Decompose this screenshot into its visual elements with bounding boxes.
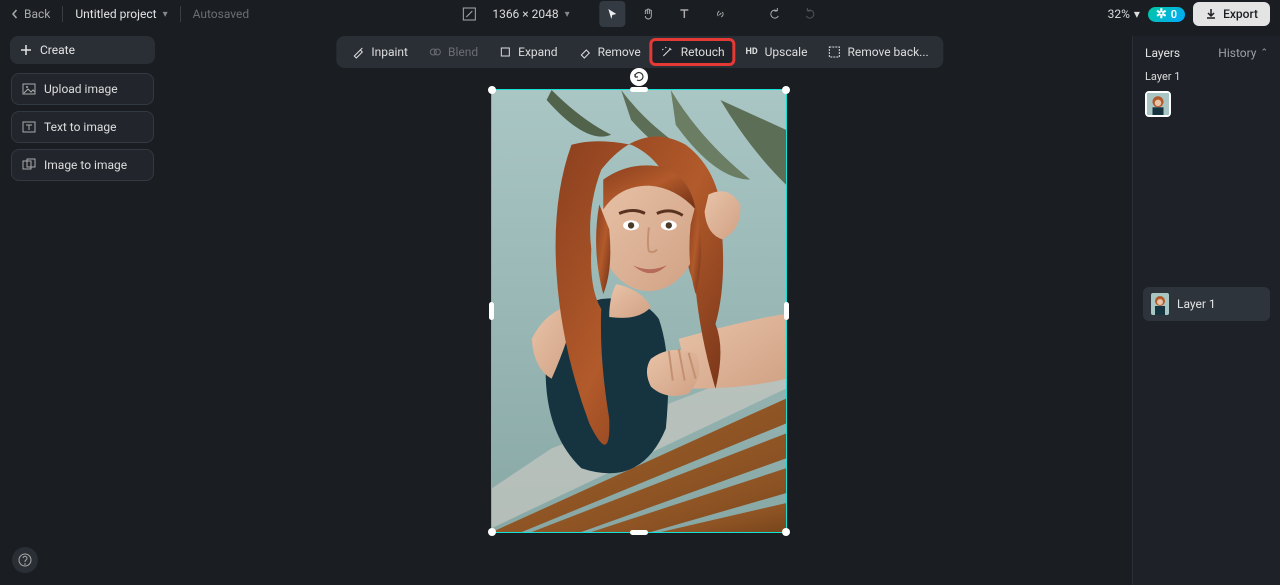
history-toggle[interactable]: History ⌃ <box>1218 46 1268 60</box>
cursor-tool[interactable] <box>600 1 626 27</box>
resize-handle-tm[interactable] <box>630 87 648 92</box>
selection-box[interactable] <box>491 89 787 533</box>
text-to-image-label: Text to image <box>44 120 117 134</box>
image-to-image-label: Image to image <box>44 158 127 172</box>
export-label: Export <box>1223 7 1258 21</box>
hd-icon: HD <box>745 45 759 59</box>
canvas-image <box>492 90 786 532</box>
resize-handle-bm[interactable] <box>630 530 648 535</box>
inpaint-label: Inpaint <box>371 45 408 59</box>
chevron-up-icon: ⌃ <box>1260 48 1268 58</box>
text-image-icon <box>22 120 36 134</box>
undo-button[interactable] <box>762 1 788 27</box>
remove-bg-icon <box>827 45 841 59</box>
zoom-dropdown[interactable]: 32% ▾ <box>1108 7 1140 21</box>
resize-handle-tr[interactable] <box>782 86 790 94</box>
back-label: Back <box>24 7 50 21</box>
blend-label: Blend <box>448 45 478 59</box>
brush-icon <box>351 45 365 59</box>
project-name-dropdown[interactable]: Untitled project ▾ <box>75 7 167 21</box>
current-layer-label: Layer 1 <box>1133 70 1280 91</box>
image-to-image-option[interactable]: Image to image <box>11 149 154 181</box>
expand-icon <box>498 45 512 59</box>
layer-item[interactable]: Layer 1 <box>1143 287 1270 321</box>
chevron-down-icon: ▾ <box>1134 7 1140 21</box>
divider <box>180 6 181 22</box>
credits-count: 0 <box>1171 8 1177 21</box>
blend-icon <box>428 45 442 59</box>
canvas-area[interactable] <box>156 60 1130 585</box>
upload-image-label: Upload image <box>44 82 118 96</box>
hand-tool[interactable] <box>636 1 662 27</box>
resize-handle-tl[interactable] <box>488 86 496 94</box>
remove-label: Remove <box>598 45 641 59</box>
download-icon <box>1205 8 1217 20</box>
help-icon <box>18 553 32 567</box>
create-label: Create <box>40 43 75 57</box>
expand-label: Expand <box>518 45 557 59</box>
upscale-label: Upscale <box>765 45 808 59</box>
plus-icon <box>20 44 32 56</box>
upload-image-option[interactable]: Upload image <box>11 73 154 105</box>
wand-icon <box>661 45 675 59</box>
layer-item-thumbnail <box>1151 293 1169 315</box>
chevron-left-icon <box>10 9 20 19</box>
sparkle-icon: ✲ <box>1156 8 1167 21</box>
layer-item-label: Layer 1 <box>1177 297 1216 311</box>
resize-handle-bl[interactable] <box>488 528 496 536</box>
project-name-label: Untitled project <box>75 7 156 21</box>
regenerate-button[interactable] <box>630 68 648 86</box>
create-button[interactable]: Create <box>10 36 155 64</box>
image-icon <box>22 82 36 96</box>
refresh-icon <box>633 71 645 83</box>
layers-panel: Layers History ⌃ Layer 1 Layer 1 <box>1132 36 1280 585</box>
image-to-image-icon <box>22 158 36 172</box>
eraser-icon <box>578 45 592 59</box>
export-button[interactable]: Export <box>1193 2 1270 26</box>
remove-bg-label: Remove back... <box>847 45 928 59</box>
layers-title: Layers <box>1145 46 1180 60</box>
link-tool[interactable] <box>708 1 734 27</box>
divider <box>62 6 63 22</box>
text-tool[interactable] <box>672 1 698 27</box>
dimensions-label: 1366 × 2048 <box>492 7 558 21</box>
chevron-down-icon: ▾ <box>565 9 570 20</box>
resize-handle-ml[interactable] <box>489 302 494 320</box>
canvas-size-icon[interactable] <box>456 1 482 27</box>
zoom-label: 32% <box>1108 7 1130 21</box>
back-button[interactable]: Back <box>10 7 50 21</box>
help-button[interactable] <box>12 547 38 573</box>
chevron-down-icon: ▾ <box>163 9 168 20</box>
dimensions-dropdown[interactable]: 1366 × 2048 ▾ <box>492 7 569 21</box>
resize-handle-mr[interactable] <box>784 302 789 320</box>
credits-badge[interactable]: ✲ 0 <box>1148 7 1185 22</box>
text-to-image-option[interactable]: Text to image <box>11 111 154 143</box>
autosaved-status: Autosaved <box>193 7 250 21</box>
resize-handle-br[interactable] <box>782 528 790 536</box>
history-label: History <box>1218 46 1256 60</box>
layer-thumbnail[interactable] <box>1145 91 1171 117</box>
retouch-label: Retouch <box>681 45 725 59</box>
redo-button[interactable] <box>798 1 824 27</box>
